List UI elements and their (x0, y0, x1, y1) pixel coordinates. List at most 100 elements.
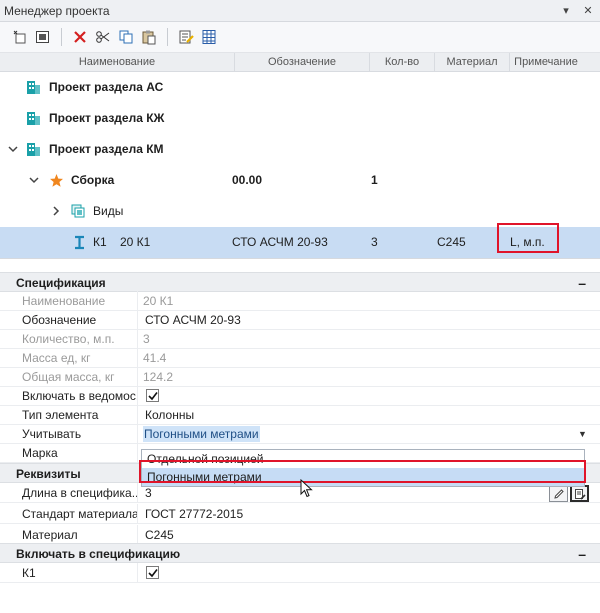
section-include-spec[interactable]: Включать в спецификацию – (0, 543, 600, 563)
prop-name: Материал (22, 525, 138, 545)
tree-row-assembly[interactable]: Сборка 00.00 1 (0, 165, 600, 196)
toolbar-separator (167, 28, 168, 46)
collapse-icon[interactable]: – (578, 273, 586, 293)
prop-name: Стандарт материала (22, 504, 138, 524)
tree-row-designation: СТО АСЧМ 20-93 (232, 235, 328, 249)
prop-value: 124.2 (143, 370, 174, 384)
include-statement-checkbox[interactable] (146, 389, 159, 402)
paste-icon (142, 30, 156, 45)
prop-name: Тип элемента (22, 405, 138, 425)
prop-row-k1[interactable]: К1 (0, 563, 600, 583)
new-item-button[interactable] (10, 27, 30, 47)
prop-name: Длина в специфика... (22, 483, 138, 503)
tree-row-qty: 1 (371, 173, 378, 187)
section-title: Включать в спецификацию (16, 547, 181, 561)
prop-row-name: Наименование 20 К1 (0, 291, 600, 311)
building-icon (27, 112, 40, 125)
prop-name: Марка (22, 443, 138, 463)
grid-header: Наименование Обозначение Кол-во Материал… (0, 52, 600, 72)
toolbar-separator (61, 28, 62, 46)
tree-row-project-as[interactable]: Проект раздела АС (0, 72, 600, 103)
window-menu-button[interactable]: ▾ (560, 3, 572, 19)
column-header-qty[interactable]: Кол-во (370, 53, 435, 72)
section-title: Спецификация (16, 276, 106, 290)
open-view-icon (36, 31, 49, 43)
tree-row-label: Проект раздела АС (49, 80, 164, 94)
prop-name: Количество, м.п. (22, 329, 138, 349)
prop-row-material[interactable]: Материал С245 (0, 525, 600, 545)
tree-row-label: Виды (93, 204, 124, 218)
column-header-note[interactable]: Примечание (510, 53, 582, 72)
cut-button[interactable] (93, 27, 113, 47)
copy-button[interactable] (116, 27, 136, 47)
new-item-icon (13, 30, 26, 44)
i-beam-icon (75, 235, 84, 250)
collapse-icon[interactable]: – (578, 544, 586, 564)
prop-value: 3 (143, 332, 150, 346)
paste-button[interactable] (139, 27, 159, 47)
include-k1-checkbox[interactable] (146, 566, 159, 579)
prop-name: Общая масса, кг (22, 367, 138, 387)
account-select-value: Погонными метрами (143, 426, 260, 442)
column-header-designation[interactable]: Обозначение (235, 53, 370, 72)
prop-value[interactable]: ГОСТ 27772-2015 (145, 504, 243, 524)
edit-pencil-button[interactable] (549, 485, 568, 502)
document-edit-icon (574, 488, 586, 500)
window-title: Менеджер проекта (4, 3, 110, 18)
prop-row-material-standard[interactable]: Стандарт материала ГОСТ 27772-2015 (0, 504, 600, 524)
prop-row-include-statement[interactable]: Включать в ведомос... (0, 386, 600, 406)
star-icon (50, 174, 63, 187)
window-close-button[interactable]: ✕ (582, 3, 594, 19)
cut-icon (96, 31, 110, 43)
edit-properties-button[interactable] (176, 27, 196, 47)
prop-value[interactable]: С245 (145, 525, 174, 545)
chevron-down-icon[interactable] (27, 173, 41, 187)
tree-row-mark: К1 (93, 235, 107, 249)
prop-name: Включать в ведомос... (22, 386, 138, 406)
dropdown-option-highlight (139, 460, 586, 483)
prop-value[interactable]: СТО АСЧМ 20-93 (145, 310, 241, 330)
checkmark-icon (148, 392, 158, 401)
building-icon (27, 143, 40, 156)
prop-row-designation[interactable]: Обозначение СТО АСЧМ 20-93 (0, 310, 600, 330)
prop-name: Учитывать (22, 424, 138, 444)
tree-row-qty: 3 (371, 235, 378, 249)
formula-button[interactable] (570, 485, 589, 502)
tree-row-project-kzh[interactable]: Проект раздела КЖ (0, 103, 600, 134)
column-header-name[interactable]: Наименование (0, 53, 235, 72)
table-view-button[interactable] (199, 27, 219, 47)
tree-row-label: Сборка (71, 173, 115, 187)
tree-row-project-km[interactable]: Проект раздела КМ (0, 134, 600, 165)
tree-row-label: Проект раздела КЖ (49, 111, 165, 125)
section-title: Реквизиты (16, 467, 81, 481)
edit-properties-icon (179, 30, 194, 44)
prop-row-unit-mass: Масса ед, кг 41.4 (0, 348, 600, 368)
tree-row-designation: 00.00 (232, 173, 263, 187)
pencil-icon (553, 488, 564, 499)
toolbar (0, 22, 600, 52)
prop-name: Масса ед, кг (22, 348, 138, 368)
prop-row-quantity: Количество, м.п. 3 (0, 329, 600, 349)
account-select[interactable]: Погонными метрами (143, 424, 260, 444)
chevron-down-icon[interactable] (6, 142, 20, 156)
prop-value[interactable]: Колонны (145, 405, 194, 425)
delete-button[interactable] (70, 27, 90, 47)
prop-row-total-mass: Общая масса, кг 124.2 (0, 367, 600, 387)
prop-value: 20 К1 (143, 294, 174, 308)
column-header-material[interactable]: Материал (435, 53, 510, 72)
prop-row-account[interactable]: Учитывать Погонными метрами ▼ (0, 424, 600, 444)
dropdown-arrow-icon[interactable]: ▼ (578, 424, 587, 444)
prop-name: Обозначение (22, 310, 138, 330)
delete-icon (74, 31, 86, 43)
tree-row-label: Проект раздела КМ (49, 142, 164, 156)
tree-row-label: 20 К1 (120, 235, 151, 249)
copy-icon (119, 30, 133, 44)
section-spec[interactable]: Спецификация – (0, 272, 600, 292)
properties-panel: Спецификация – Наименование 20 К1 Обозна… (0, 270, 600, 613)
prop-name: Наименование (22, 291, 138, 311)
open-view-button[interactable] (33, 27, 53, 47)
mouse-cursor-icon (300, 479, 313, 498)
prop-name: К1 (22, 563, 138, 583)
chevron-right-icon[interactable] (49, 204, 63, 218)
prop-row-element-type[interactable]: Тип элемента Колонны (0, 405, 600, 425)
